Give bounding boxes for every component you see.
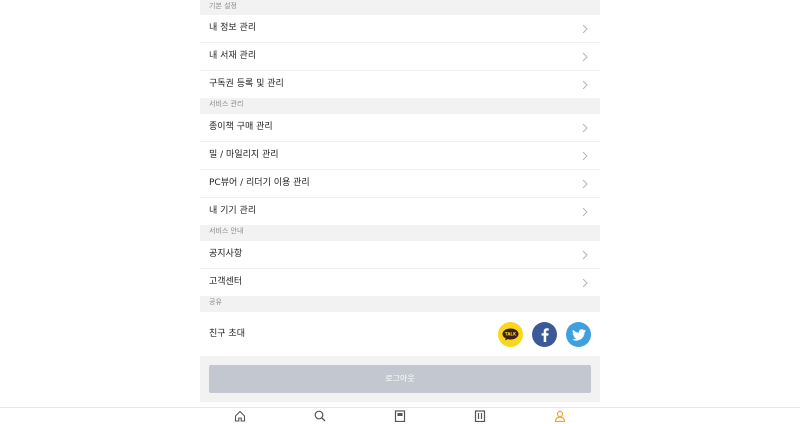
kakaotalk-icon: TALK [502, 328, 519, 341]
chevron-right-icon [582, 250, 588, 260]
menu-item-customer-center[interactable]: 고객센터 [200, 269, 600, 296]
menu-item-my-info[interactable]: 내 정보 관리 [200, 15, 600, 43]
menu-item-label: 공지사항 [209, 249, 243, 259]
chevron-right-icon [582, 278, 588, 288]
menu-item-pc-viewer[interactable]: PC뷰어 / 리더기 이용 관리 [200, 170, 600, 198]
chevron-right-icon [582, 207, 588, 217]
kakaotalk-share-button[interactable]: TALK [498, 322, 523, 347]
bottom-tab-bar [0, 407, 800, 424]
menu-item-label: 고객센터 [209, 277, 243, 287]
section-service-list: 종이책 구매 관리 밀 / 마일리지 관리 PC뷰어 / 리더기 이용 관리 내… [200, 114, 600, 225]
twitter-share-button[interactable] [566, 322, 591, 347]
search-icon [314, 410, 326, 422]
section-header-guide: 서비스 안내 [200, 225, 600, 241]
menu-item-label: 구독권 등록 및 관리 [209, 79, 284, 89]
menu-item-label: 내 정보 관리 [209, 23, 257, 33]
menu-item-label: 밀 / 마일리지 관리 [209, 150, 279, 160]
tab-library[interactable] [472, 410, 488, 424]
invite-friends-label: 친구 초대 [209, 329, 245, 339]
settings-panel: 기본 설정 내 정보 관리 내 서재 관리 구독권 등록 및 관리 서비스 관리… [200, 0, 600, 407]
facebook-share-button[interactable] [532, 322, 557, 347]
logout-area: 로그아웃 [200, 356, 600, 402]
tab-my-page[interactable] [552, 410, 568, 424]
menu-item-paper-book[interactable]: 종이책 구매 관리 [200, 114, 600, 142]
library-icon [474, 410, 486, 422]
menu-item-notice[interactable]: 공지사항 [200, 241, 600, 269]
logout-button[interactable]: 로그아웃 [209, 365, 591, 393]
chevron-right-icon [582, 179, 588, 189]
section-header-share: 공유 [200, 296, 600, 312]
section-header-basic: 기본 설정 [200, 0, 600, 15]
tab-home[interactable] [232, 410, 248, 424]
menu-item-label: 종이책 구매 관리 [209, 122, 273, 132]
menu-item-label: 내 기기 관리 [209, 206, 257, 216]
invite-friends-row: 친구 초대 TALK [200, 312, 600, 356]
chevron-right-icon [582, 24, 588, 34]
kakaotalk-icon-text: TALK [505, 332, 517, 337]
facebook-icon [541, 327, 549, 342]
menu-item-mileage[interactable]: 밀 / 마일리지 관리 [200, 142, 600, 170]
section-basic-list: 내 정보 관리 내 서재 관리 구독권 등록 및 관리 [200, 15, 600, 98]
chevron-right-icon [582, 123, 588, 133]
menu-item-label: PC뷰어 / 리더기 이용 관리 [209, 178, 310, 188]
menu-item-subscription[interactable]: 구독권 등록 및 관리 [200, 71, 600, 98]
tab-books[interactable] [392, 410, 408, 424]
chevron-right-icon [582, 151, 588, 161]
section-header-service: 서비스 관리 [200, 98, 600, 114]
user-icon [554, 410, 566, 422]
section-guide-list: 공지사항 고객센터 [200, 241, 600, 296]
home-icon [234, 410, 246, 422]
book-icon [394, 410, 406, 422]
twitter-icon [571, 328, 586, 341]
menu-item-my-library[interactable]: 내 서재 관리 [200, 43, 600, 71]
chevron-right-icon [582, 80, 588, 90]
chevron-right-icon [582, 52, 588, 62]
tab-search[interactable] [312, 410, 328, 424]
menu-item-label: 내 서재 관리 [209, 51, 257, 61]
menu-item-my-devices[interactable]: 내 기기 관리 [200, 198, 600, 225]
